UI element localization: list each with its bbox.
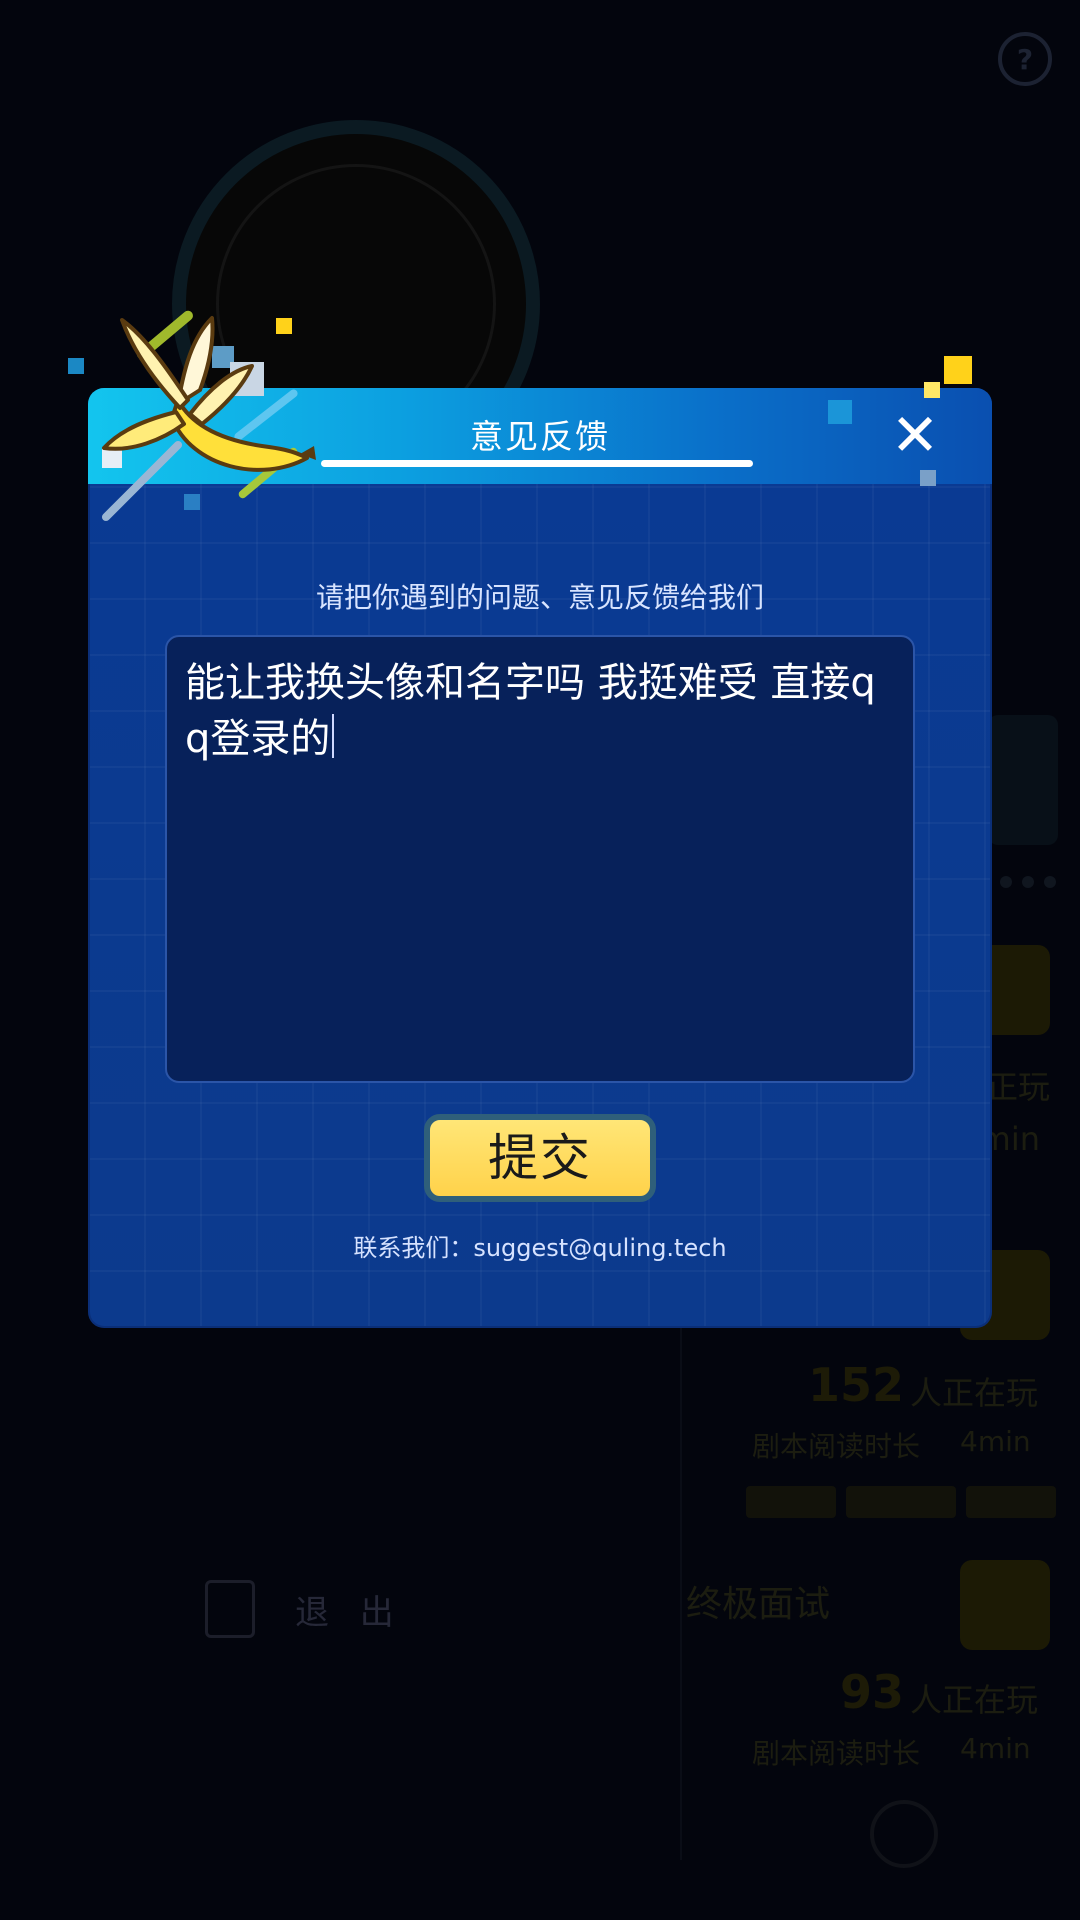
bg-label: 剧本阅读时长 — [752, 1430, 921, 1463]
close-icon[interactable]: ✕ — [888, 406, 942, 464]
exit-label: 退 出 — [295, 1592, 404, 1633]
exit-button: 退 出 — [205, 1580, 404, 1638]
player-count: 152 — [808, 1358, 905, 1412]
feedback-textarea[interactable]: 能让我换头像和名字吗 我挺难受 直接qq登录的 — [165, 635, 915, 1083]
game-title: 终极面试 — [686, 1584, 831, 1625]
bell-icon — [870, 1800, 938, 1868]
feedback-dialog: 意见反馈 ✕ 请把你遇到的问题、意见反馈给我们 能让我换头像和名字吗 我挺难受 … — [88, 388, 992, 1328]
bg-label: 4min — [960, 1425, 1031, 1458]
submit-button[interactable]: 提交 — [424, 1114, 656, 1202]
player-count-label: 人正在玩 — [910, 1374, 1039, 1412]
banana-icon — [102, 316, 316, 472]
title-underline — [321, 460, 753, 467]
game-badge — [960, 1560, 1050, 1650]
game-thumbnail — [988, 715, 1058, 845]
carousel-dots — [1000, 876, 1056, 888]
decor-square — [924, 382, 940, 398]
exit-icon — [205, 1580, 255, 1638]
contact-email: 联系我们：suggest@quling.tech — [353, 1234, 727, 1262]
player-count-label: 人正在玩 — [910, 1681, 1039, 1719]
tag-row — [746, 1486, 1056, 1518]
text-caret — [332, 714, 335, 758]
bg-label: 正玩 — [985, 1068, 1050, 1106]
feedback-prompt: 请把你遇到的问题、意见反馈给我们 — [315, 581, 764, 614]
decor-square — [944, 356, 972, 384]
bg-label: 4min — [960, 1732, 1031, 1765]
decor-square — [68, 358, 84, 374]
decor-square — [920, 470, 936, 486]
feedback-text: 能让我换头像和名字吗 我挺难受 直接qq登录的 — [185, 660, 876, 762]
help-button: ? — [998, 32, 1052, 86]
decor-square — [828, 400, 852, 424]
player-count: 93 — [840, 1665, 905, 1719]
help-icon: ? — [998, 32, 1052, 86]
bg-label: 剧本阅读时长 — [752, 1737, 921, 1770]
